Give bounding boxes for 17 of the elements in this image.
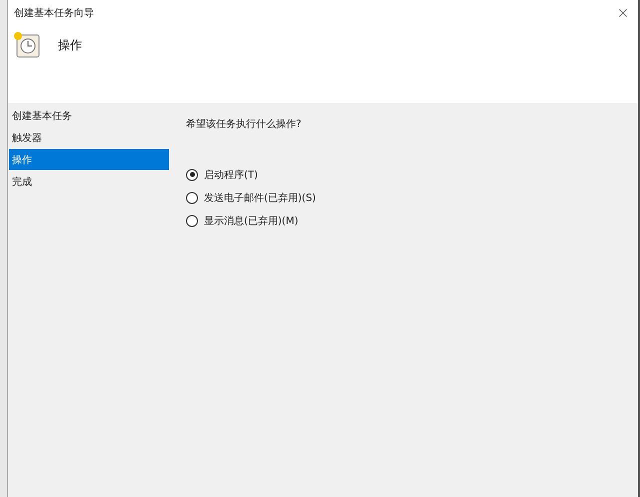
radio-button[interactable]	[186, 214, 198, 226]
sidebar-item[interactable]: 完成	[9, 171, 169, 192]
question-text: 希望该任务执行什么操作?	[186, 118, 302, 131]
option-label: 发送电子邮件(已弃用)(S)	[204, 192, 316, 204]
option-label: 显示消息(已弃用)(M)	[204, 214, 298, 228]
radio-button[interactable]	[186, 168, 198, 180]
radio-button[interactable]	[186, 192, 198, 204]
sidebar-item[interactable]: 触发器	[9, 127, 169, 148]
option-label: 启动程序(T)	[204, 168, 258, 182]
window-title: 创建基本任务向导	[14, 6, 94, 20]
radio-option[interactable]: 发送电子邮件(已弃用)(S)	[186, 186, 638, 209]
sidebar-item[interactable]: 操作	[9, 149, 169, 170]
sidebar-item[interactable]: 创建基本任务	[9, 105, 169, 126]
scheduled-task-icon	[12, 30, 42, 60]
radio-option[interactable]: 启动程序(T)	[186, 163, 638, 186]
radio-option[interactable]: 显示消息(已弃用)(M)	[186, 209, 638, 232]
page-heading: 操作	[58, 36, 82, 54]
